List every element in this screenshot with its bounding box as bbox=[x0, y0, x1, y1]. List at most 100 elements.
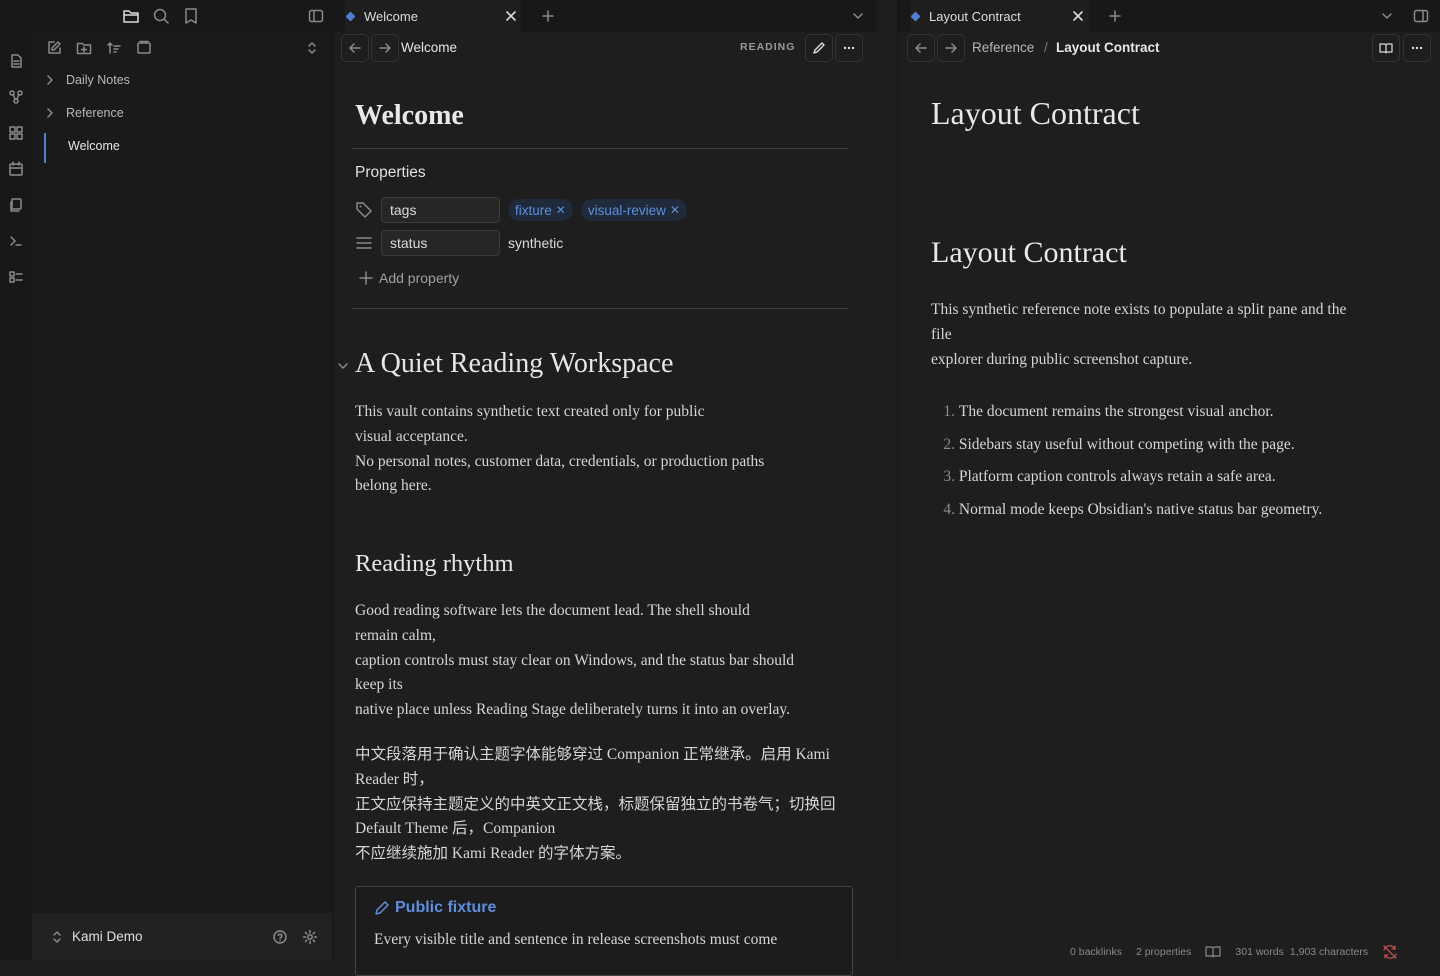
close-tab-icon[interactable] bbox=[1070, 8, 1086, 24]
reading-view-icon[interactable] bbox=[1205, 946, 1222, 958]
paragraph-intro: This synthetic reference note exists to … bbox=[931, 298, 1421, 372]
plus-icon bbox=[359, 271, 373, 285]
list-text: Platform caption controls always retain … bbox=[958, 468, 1276, 485]
expand-collapse-icon[interactable] bbox=[304, 40, 320, 56]
files-tab-icon[interactable] bbox=[122, 7, 140, 25]
search-tab-icon[interactable] bbox=[152, 7, 170, 25]
view-header: Welcome READING bbox=[333, 32, 877, 64]
list-text: The document remains the strongest visua… bbox=[958, 403, 1274, 420]
text-line: No personal notes, customer data, creden… bbox=[355, 452, 765, 470]
note-title: Welcome bbox=[355, 100, 464, 131]
new-note-icon[interactable] bbox=[46, 40, 62, 56]
callout-body: Every visible title and sentence in rele… bbox=[374, 931, 778, 948]
breadcrumb-separator: / bbox=[1044, 40, 1048, 55]
property-value-status[interactable]: synthetic bbox=[508, 235, 563, 251]
backlinks-count[interactable]: 0 backlinks bbox=[1070, 946, 1122, 958]
open-quick-switcher-icon[interactable] bbox=[8, 53, 24, 69]
sort-icon[interactable] bbox=[106, 40, 122, 56]
sync-status-icon[interactable] bbox=[1382, 945, 1398, 959]
remove-tag-icon[interactable]: ✕ bbox=[556, 203, 566, 217]
back-button[interactable] bbox=[907, 34, 935, 62]
tree-file-welcome[interactable]: Welcome bbox=[44, 134, 324, 158]
tab-list-chevron-icon[interactable] bbox=[1379, 8, 1395, 24]
pane-divider[interactable] bbox=[876, 0, 897, 960]
right-sidebar-toggle-icon[interactable] bbox=[1413, 8, 1429, 24]
reveal-active-file-icon[interactable] bbox=[136, 40, 152, 56]
tab-layout-contract[interactable]: Layout Contract bbox=[910, 0, 1090, 32]
mode-label: READING bbox=[740, 41, 796, 53]
text-line: Reader 时， bbox=[355, 770, 434, 788]
chevron-up-down-icon bbox=[53, 931, 61, 943]
canvas-icon[interactable] bbox=[8, 125, 24, 141]
close-tab-icon[interactable] bbox=[503, 8, 519, 24]
tab-list-chevron-icon[interactable] bbox=[850, 8, 866, 24]
new-tab-icon[interactable] bbox=[540, 8, 556, 24]
graph-view-icon[interactable] bbox=[8, 89, 24, 105]
settings-gear-icon[interactable] bbox=[302, 929, 318, 945]
more-options-button[interactable] bbox=[1403, 34, 1431, 62]
editor-pane-welcome: Welcome Welcome READING Welcome Properti… bbox=[332, 0, 877, 976]
help-icon[interactable] bbox=[272, 929, 288, 945]
property-key-status[interactable]: status bbox=[381, 230, 500, 256]
arrow-left-icon bbox=[915, 43, 927, 53]
text-line: Default Theme 后，Companion bbox=[355, 820, 556, 838]
text-line: caption controls must stay clear on Wind… bbox=[355, 651, 795, 669]
tab-welcome[interactable]: Welcome bbox=[345, 0, 521, 32]
property-row-tags: tags fixture ✕ visual-review ✕ bbox=[355, 196, 687, 224]
callout-public-fixture: Public fixture Every visible title and s… bbox=[355, 886, 853, 976]
tab-bar: Welcome bbox=[333, 0, 877, 32]
terminal-icon[interactable] bbox=[8, 233, 24, 249]
list-item: 2. Sidebars stay useful without competin… bbox=[925, 436, 1295, 454]
templates-icon[interactable] bbox=[8, 197, 24, 213]
text-line: keep its bbox=[355, 676, 403, 694]
command-palette-icon[interactable] bbox=[8, 269, 24, 285]
forward-button[interactable] bbox=[371, 34, 399, 62]
list-item: 3. Platform caption controls always reta… bbox=[925, 468, 1276, 486]
pencil-icon bbox=[813, 42, 825, 54]
tree-item-label: Welcome bbox=[68, 139, 120, 153]
text-line: 不应继续施加 Kami Reader 的字体方案。 bbox=[355, 845, 631, 863]
left-sidebar: Daily Notes Reference Welcome Kami Demo bbox=[32, 0, 332, 960]
book-open-icon bbox=[1379, 43, 1393, 54]
callout-title-label: Public fixture bbox=[395, 899, 497, 916]
add-property-button[interactable]: Add property bbox=[359, 270, 459, 286]
tab-label: Welcome bbox=[364, 8, 418, 24]
sidebar-toggle-icon[interactable] bbox=[308, 8, 324, 24]
breadcrumb-current[interactable]: Layout Contract bbox=[1056, 40, 1160, 55]
properties-count[interactable]: 2 properties bbox=[1136, 946, 1191, 958]
list-number: 4. bbox=[943, 501, 955, 518]
properties-heading[interactable]: Properties bbox=[355, 164, 426, 182]
fold-chevron-icon[interactable] bbox=[337, 360, 349, 372]
tag-pill-visual-review[interactable]: visual-review ✕ bbox=[580, 199, 687, 221]
new-tab-icon[interactable] bbox=[1107, 8, 1123, 24]
tree-folder-daily-notes[interactable]: Daily Notes bbox=[44, 68, 324, 92]
ellipsis-icon bbox=[843, 46, 855, 50]
property-key-tags[interactable]: tags bbox=[381, 197, 500, 223]
ellipsis-icon bbox=[1411, 46, 1423, 50]
editor-pane-layout-contract: Layout Contract Reference / Layout Contr… bbox=[897, 0, 1440, 960]
text-line: explorer during public screenshot captur… bbox=[931, 350, 1193, 368]
breadcrumb-parent[interactable]: Reference bbox=[972, 40, 1034, 55]
bookmarks-tab-icon[interactable] bbox=[182, 7, 200, 25]
vault-switcher[interactable]: Kami Demo bbox=[32, 913, 332, 960]
list-number: 3. bbox=[943, 468, 955, 485]
file-icon bbox=[345, 11, 356, 21]
view-header-title[interactable]: Welcome bbox=[401, 40, 457, 55]
calendar-icon[interactable] bbox=[8, 161, 24, 177]
chevron-right-icon bbox=[47, 108, 53, 118]
edit-mode-button[interactable] bbox=[805, 34, 833, 62]
back-button[interactable] bbox=[341, 34, 369, 62]
add-property-label: Add property bbox=[379, 270, 460, 286]
tag-pill-fixture[interactable]: fixture ✕ bbox=[508, 199, 573, 221]
reading-mode-button[interactable] bbox=[1372, 34, 1400, 62]
remove-tag-icon[interactable]: ✕ bbox=[670, 203, 680, 217]
tree-folder-reference[interactable]: Reference bbox=[44, 101, 324, 125]
tree-item-label: Reference bbox=[66, 106, 124, 120]
list-text: Sidebars stay useful without competing w… bbox=[958, 436, 1295, 453]
divider bbox=[351, 308, 848, 309]
more-options-button[interactable] bbox=[835, 34, 863, 62]
list-text: Normal mode keeps Obsidian's native stat… bbox=[958, 501, 1323, 518]
callout-title[interactable]: Public fixture bbox=[374, 899, 496, 917]
new-folder-icon[interactable] bbox=[76, 40, 92, 56]
forward-button[interactable] bbox=[937, 34, 965, 62]
